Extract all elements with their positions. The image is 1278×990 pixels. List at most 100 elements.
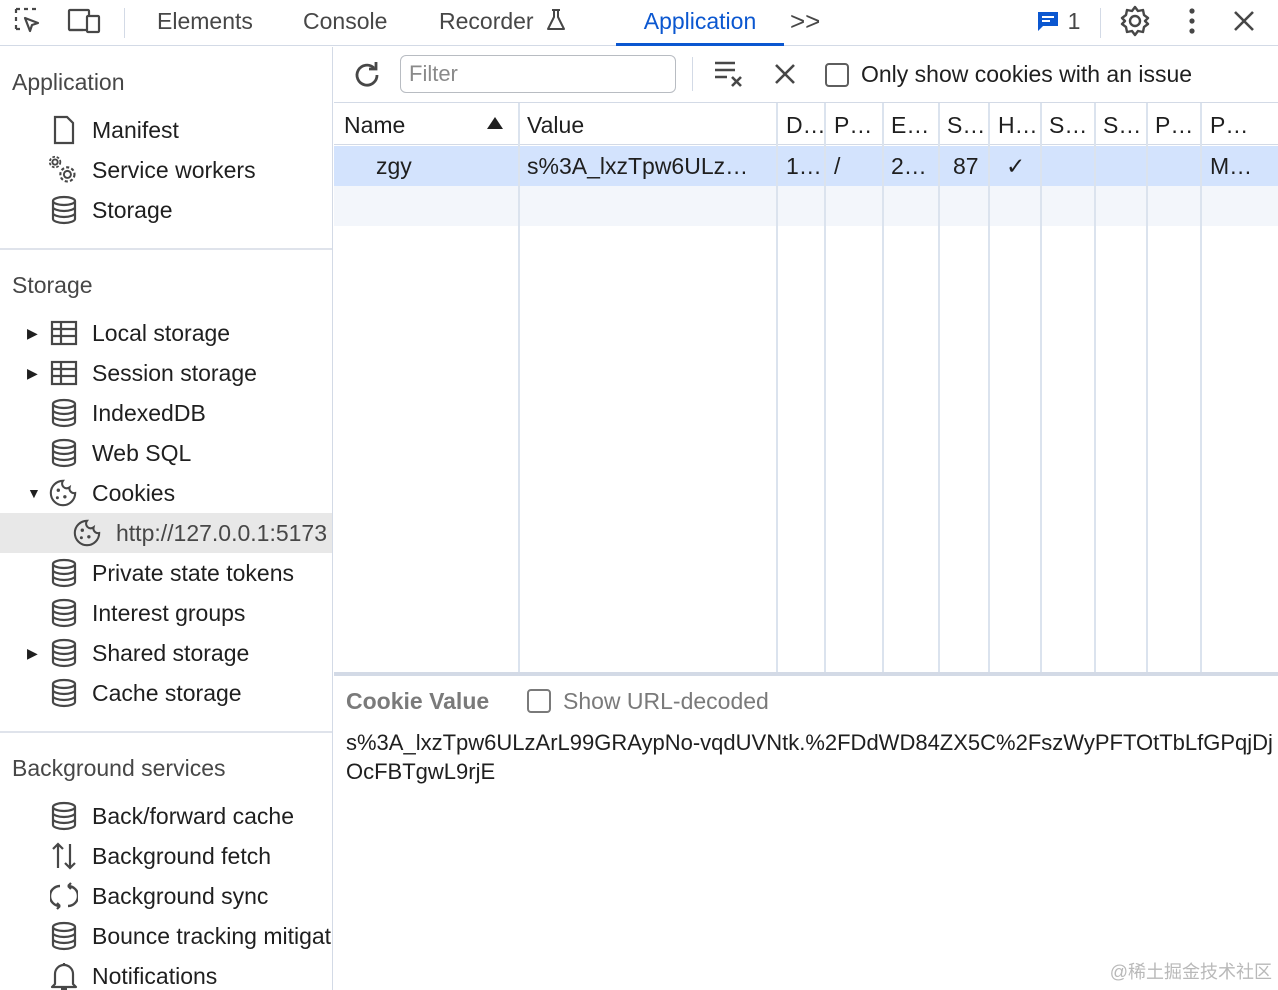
column-divider[interactable] [882, 103, 884, 672]
message-icon [1037, 12, 1058, 31]
column-header-value[interactable]: Value [527, 103, 767, 145]
watermark: @稀土掘金技术社区 [1109, 962, 1272, 982]
sidebar-item-label: Bounce tracking mitigations [92, 922, 332, 949]
inspect-element-icon[interactable] [12, 6, 44, 36]
sidebar-item-label: Private state tokens [92, 559, 294, 586]
kebab-menu-icon[interactable] [1180, 6, 1204, 36]
column-divider[interactable] [938, 103, 940, 672]
database-icon [49, 558, 79, 588]
cookie-icon [72, 518, 102, 548]
sidebar-item-storage-overview[interactable]: Storage [0, 190, 332, 230]
column-divider[interactable] [1094, 103, 1096, 672]
clear-filtered-icon[interactable] [712, 57, 746, 91]
column-header-domain[interactable]: D… [786, 103, 826, 145]
device-toolbar-icon[interactable] [66, 6, 102, 36]
table-row[interactable]: zgy s%3A_lxzTpw6ULz… 1… / 2… 87 ✓ M… [334, 146, 1278, 186]
column-header-size[interactable]: S… [947, 103, 989, 145]
more-tabs-button[interactable]: >> [790, 0, 820, 46]
tab-elements[interactable]: Elements [157, 0, 253, 46]
sidebar-item-interest-groups[interactable]: Interest groups [0, 593, 332, 633]
sidebar-item-session-storage[interactable]: ▶ Session storage [0, 353, 332, 393]
delete-selected-icon[interactable] [772, 61, 800, 89]
column-header-priority[interactable]: P… [1210, 103, 1270, 145]
cell-expires: 2… [891, 153, 927, 179]
cell-samesite [1103, 146, 1149, 186]
sidebar-item-indexeddb[interactable]: IndexedDB [0, 393, 332, 433]
column-header-httponly[interactable]: H… [998, 103, 1040, 145]
table-row-empty [334, 186, 1278, 226]
show-url-decoded-checkbox[interactable] [527, 689, 551, 713]
cookie-icon [48, 478, 78, 508]
sidebar-item-label: IndexedDB [92, 399, 206, 426]
column-header-secure[interactable]: S… [1049, 103, 1099, 145]
column-divider[interactable] [776, 103, 778, 672]
cookie-value-pane: Cookie Value Show URL-decoded s%3A_lxzTp… [334, 680, 1278, 990]
column-header-path[interactable]: P… [834, 103, 884, 145]
column-header-samesite[interactable]: S… [1103, 103, 1149, 145]
sidebar-item-cookies[interactable]: ▼ Cookies [0, 473, 332, 513]
sidebar-item-private-state-tokens[interactable]: Private state tokens [0, 553, 332, 593]
column-header-name[interactable]: Name [344, 103, 484, 145]
database-icon [49, 678, 79, 708]
application-sidebar: Application Manifest Service workers Sto… [0, 47, 333, 990]
sidebar-item-service-workers[interactable]: Service workers [0, 150, 332, 190]
column-divider[interactable] [824, 103, 826, 672]
section-divider [0, 731, 332, 733]
column-header-expires[interactable]: E… [891, 103, 941, 145]
collapse-arrow-icon[interactable]: ▼ [27, 485, 41, 501]
flask-icon [547, 9, 565, 30]
cell-partition-key [1155, 146, 1203, 186]
sidebar-item-label: Background sync [92, 882, 269, 909]
sidebar-item-background-fetch[interactable]: Background fetch [0, 836, 332, 876]
column-divider[interactable] [518, 103, 520, 672]
expand-arrow-icon[interactable]: ▶ [27, 325, 38, 342]
up-down-arrows-icon [49, 841, 79, 871]
sync-icon [49, 881, 79, 911]
show-url-decoded-label: Show URL-decoded [563, 688, 769, 714]
close-icon[interactable] [1228, 6, 1260, 36]
cookie-value-title: Cookie Value [346, 688, 490, 714]
tab-recorder[interactable]: Recorder [439, 0, 568, 46]
section-title-application: Application [12, 69, 125, 95]
filter-input[interactable] [400, 55, 676, 93]
expand-arrow-icon[interactable]: ▶ [27, 645, 38, 662]
sidebar-item-label: Cookies [92, 479, 176, 506]
column-divider[interactable] [988, 103, 990, 672]
sidebar-item-label: Manifest [92, 116, 179, 143]
database-icon [49, 801, 79, 831]
sidebar-item-cache-storage[interactable]: Cache storage [0, 673, 332, 713]
cell-httponly: ✓ [1006, 153, 1026, 179]
sidebar-item-label: Back/forward cache [92, 802, 294, 829]
sidebar-item-web-sql[interactable]: Web SQL [0, 433, 332, 473]
sidebar-item-cookie-origin[interactable]: http://127.0.0.1:5173 [0, 513, 332, 553]
sidebar-item-bounce-tracking[interactable]: Bounce tracking mitigations [0, 916, 332, 956]
sidebar-item-shared-storage[interactable]: ▶ Shared storage [0, 633, 332, 673]
column-divider[interactable] [1040, 103, 1042, 672]
column-divider[interactable] [1146, 103, 1148, 672]
cell-path: / [834, 153, 841, 179]
only-issues-checkbox[interactable] [825, 63, 849, 87]
sidebar-item-manifest[interactable]: Manifest [0, 110, 332, 150]
section-divider [0, 248, 332, 250]
sidebar-item-notifications[interactable]: Notifications [0, 956, 332, 990]
database-icon [49, 921, 79, 951]
sidebar-item-local-storage[interactable]: ▶ Local storage [0, 313, 332, 353]
gear-icon[interactable] [1118, 5, 1152, 37]
issues-button[interactable]: 1 [1032, 6, 1084, 36]
sidebar-item-background-sync[interactable]: Background sync [0, 876, 332, 916]
column-divider[interactable] [1200, 103, 1202, 672]
cell-name: zgy [376, 153, 412, 179]
cookie-value-text[interactable]: s%3A_lxzTpw6ULzArL99GRAypNo-vqdUVNtk.%2F… [346, 728, 1274, 786]
cell-value: s%3A_lxzTpw6ULz… [527, 153, 749, 179]
column-header-partition-key[interactable]: P… [1155, 103, 1203, 145]
refresh-icon[interactable] [350, 58, 384, 92]
database-icon [49, 195, 79, 225]
tab-application[interactable]: Application [616, 0, 784, 46]
sidebar-item-label: Local storage [92, 319, 231, 346]
sidebar-item-back-forward-cache[interactable]: Back/forward cache [0, 796, 332, 836]
tab-console[interactable]: Console [303, 0, 387, 46]
sidebar-item-label: Service workers [92, 156, 256, 183]
section-title-background-services: Background services [12, 755, 226, 781]
sidebar-item-label: http://127.0.0.1:5173 [116, 519, 328, 546]
expand-arrow-icon[interactable]: ▶ [27, 365, 38, 382]
